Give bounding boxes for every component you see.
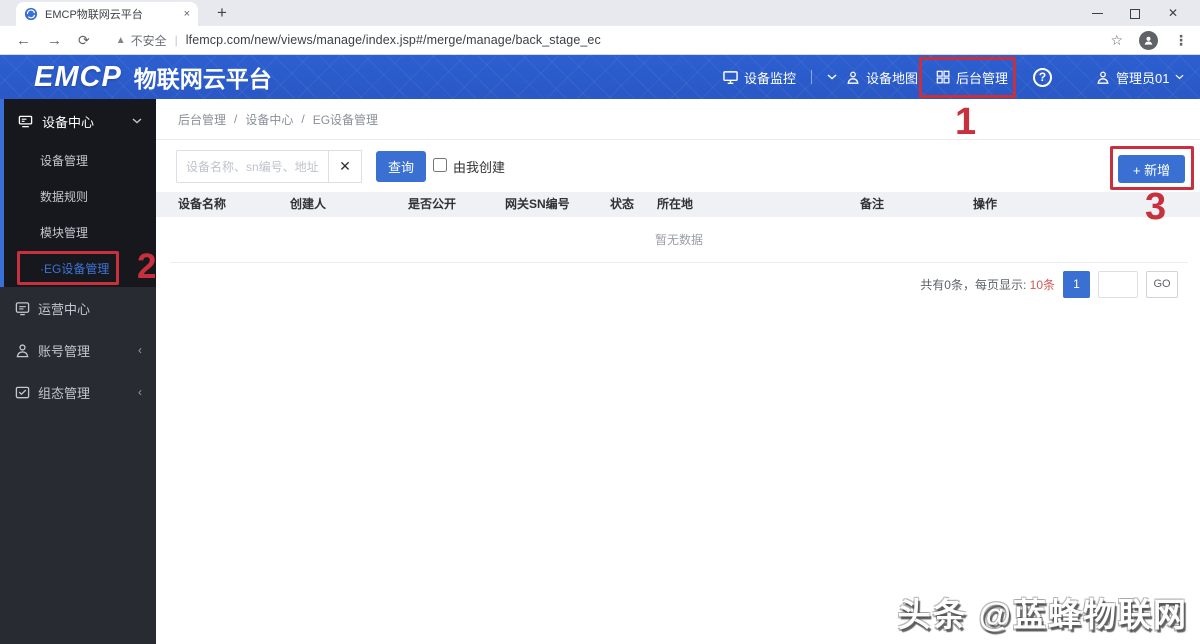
- sidebar-operation-center-label: 运营中心: [38, 299, 90, 318]
- nav-backstage-label: 后台管理: [956, 68, 1008, 87]
- column-remark: 备注: [860, 192, 884, 217]
- nav-device-map-label: 设备地图: [866, 68, 918, 87]
- sidebar-item-eg-device-management[interactable]: ·EG设备管理: [4, 251, 156, 287]
- monitor-icon: [723, 70, 738, 85]
- sidebar: 设备中心 设备管理 数据规则 模块管理 ·EG设备管理 运营中心 账号管理 ‹ …: [0, 99, 156, 644]
- created-by-me-checkbox[interactable]: [433, 158, 447, 172]
- breadcrumb-separator: /: [301, 112, 304, 126]
- url-separator: |: [175, 33, 178, 47]
- tab-favicon-icon: [24, 7, 38, 21]
- sidebar-item-device-center[interactable]: 设备中心: [4, 99, 156, 143]
- tab-title: EMCP物联网云平台: [45, 6, 177, 22]
- backstage-icon: [936, 70, 950, 84]
- column-device-name: 设备名称: [178, 192, 226, 217]
- pagination-total: 共有0条，每页显示:: [920, 278, 1026, 292]
- chevron-down-icon: [132, 118, 142, 124]
- sidebar-device-center-label: 设备中心: [42, 112, 94, 131]
- operation-center-icon: [15, 301, 30, 316]
- user-icon: [1096, 70, 1110, 85]
- search-button[interactable]: 查询: [376, 151, 426, 182]
- url-text[interactable]: lfemcp.com/new/views/manage/index.jsp#/m…: [186, 33, 601, 47]
- nav-backstage[interactable]: 后台管理: [936, 55, 1008, 99]
- forward-icon[interactable]: →: [47, 32, 62, 49]
- screen: EMCP物联网云平台 × + ✕ ← → ⟳ ▲ 不安全 | lfemcp.co…: [0, 0, 1200, 644]
- pagination-page-size[interactable]: 10条: [1030, 278, 1055, 292]
- search-input[interactable]: [176, 150, 328, 183]
- column-creator: 创建人: [290, 192, 326, 217]
- account-icon: [15, 343, 30, 358]
- clear-search-button[interactable]: ✕: [328, 150, 362, 183]
- nav-separator: [811, 70, 812, 84]
- warning-icon: ▲: [116, 35, 126, 46]
- breadcrumb: 后台管理 / 设备中心 / EG设备管理: [156, 99, 1200, 140]
- pagination-go-button[interactable]: GO: [1146, 271, 1178, 298]
- sidebar-item-module-management[interactable]: 模块管理: [4, 215, 156, 251]
- breadcrumb-item[interactable]: 后台管理: [178, 111, 226, 128]
- add-device-button[interactable]: + 新增: [1118, 155, 1185, 183]
- column-status: 状态: [610, 192, 634, 217]
- column-actions: 操作: [973, 192, 997, 217]
- app-header: EMCP 物联网云平台 设备监控 设备地图 后台管理 ? 管理员01: [0, 55, 1200, 99]
- sidebar-account-label: 账号管理: [38, 341, 90, 360]
- table-empty-state: 暂无数据: [170, 217, 1188, 263]
- profile-avatar[interactable]: [1139, 31, 1158, 50]
- sidebar-configuration-label: 组态管理: [38, 383, 90, 402]
- chevron-left-icon: ‹: [138, 343, 142, 357]
- chevron-down-icon[interactable]: [827, 74, 837, 80]
- minimize-button[interactable]: [1078, 6, 1116, 20]
- pagination: 共有0条，每页显示: 10条 1 GO: [920, 270, 1178, 298]
- urlbar-actions: ☆ ⋮: [1110, 31, 1188, 50]
- close-window-button[interactable]: ✕: [1154, 6, 1192, 20]
- nav-device-map[interactable]: 设备地图: [846, 55, 918, 99]
- created-by-me-label[interactable]: 由我创建: [453, 157, 505, 176]
- configuration-icon: [15, 385, 30, 400]
- sidebar-item-data-rules[interactable]: 数据规则: [4, 179, 156, 215]
- person-icon: [1143, 35, 1154, 46]
- column-location: 所在地: [657, 192, 693, 217]
- window-controls: ✕: [1078, 0, 1192, 26]
- breadcrumb-item[interactable]: 设备中心: [245, 111, 293, 128]
- table-header: 设备名称 创建人 是否公开 网关SN编号 状态 所在地 备注 操作: [156, 192, 1200, 217]
- browser-tab[interactable]: EMCP物联网云平台 ×: [16, 2, 198, 26]
- bookmark-icon[interactable]: ☆: [1110, 32, 1123, 49]
- browser-menu-icon[interactable]: ⋮: [1174, 32, 1188, 49]
- nav-device-monitor-label: 设备监控: [744, 68, 796, 87]
- breadcrumb-separator: /: [234, 112, 237, 126]
- main-content: 后台管理 / 设备中心 / EG设备管理 ✕ 查询 由我创建 + 新增 设备名称…: [156, 99, 1200, 644]
- pagination-summary: 共有0条，每页显示: 10条: [920, 276, 1055, 293]
- sidebar-item-operation-center[interactable]: 运营中心: [0, 287, 156, 329]
- help-icon: ?: [1033, 68, 1052, 87]
- back-icon[interactable]: ←: [16, 32, 31, 49]
- column-is-public: 是否公开: [408, 192, 456, 217]
- tab-close-icon[interactable]: ×: [184, 8, 190, 20]
- maximize-button[interactable]: [1116, 6, 1154, 20]
- security-label: 不安全: [131, 32, 167, 49]
- breadcrumb-item-current: EG设备管理: [313, 111, 378, 128]
- new-tab-button[interactable]: +: [210, 1, 234, 25]
- chevron-left-icon: ‹: [138, 385, 142, 399]
- nav-user-label: 管理员01: [1116, 68, 1169, 87]
- logo-emcp: EMCP: [34, 61, 122, 94]
- sidebar-item-device-management[interactable]: 设备管理: [4, 143, 156, 179]
- browser-urlbar: ← → ⟳ ▲ 不安全 | lfemcp.com/new/views/manag…: [0, 26, 1200, 55]
- reload-icon[interactable]: ⟳: [78, 32, 90, 49]
- security-indicator[interactable]: ▲ 不安全: [116, 32, 167, 49]
- app-logo: EMCP 物联网云平台: [34, 60, 272, 94]
- watermark: 头条 @蓝蜂物联网: [898, 588, 1188, 636]
- map-pin-icon: [846, 70, 860, 85]
- chevron-down-icon: [1175, 74, 1184, 80]
- nav-help[interactable]: ?: [1033, 55, 1052, 99]
- pagination-page-1-button[interactable]: 1: [1063, 271, 1090, 298]
- pagination-jump-input[interactable]: [1098, 271, 1138, 298]
- sidebar-item-configuration-management[interactable]: 组态管理 ‹: [0, 371, 156, 413]
- browser-tabstrip: EMCP物联网云平台 × + ✕: [0, 0, 1200, 26]
- sidebar-item-account-management[interactable]: 账号管理 ‹: [0, 329, 156, 371]
- device-center-icon: [18, 114, 33, 129]
- nav-user-menu[interactable]: 管理员01: [1096, 55, 1184, 99]
- toolbar: ✕ 查询 由我创建 + 新增: [156, 140, 1200, 192]
- nav-device-monitor[interactable]: 设备监控: [723, 55, 837, 99]
- logo-suffix: 物联网云平台: [134, 60, 272, 94]
- column-gateway-sn: 网关SN编号: [505, 192, 570, 217]
- sidebar-group-device-center: 设备中心 设备管理 数据规则 模块管理 ·EG设备管理: [0, 99, 156, 287]
